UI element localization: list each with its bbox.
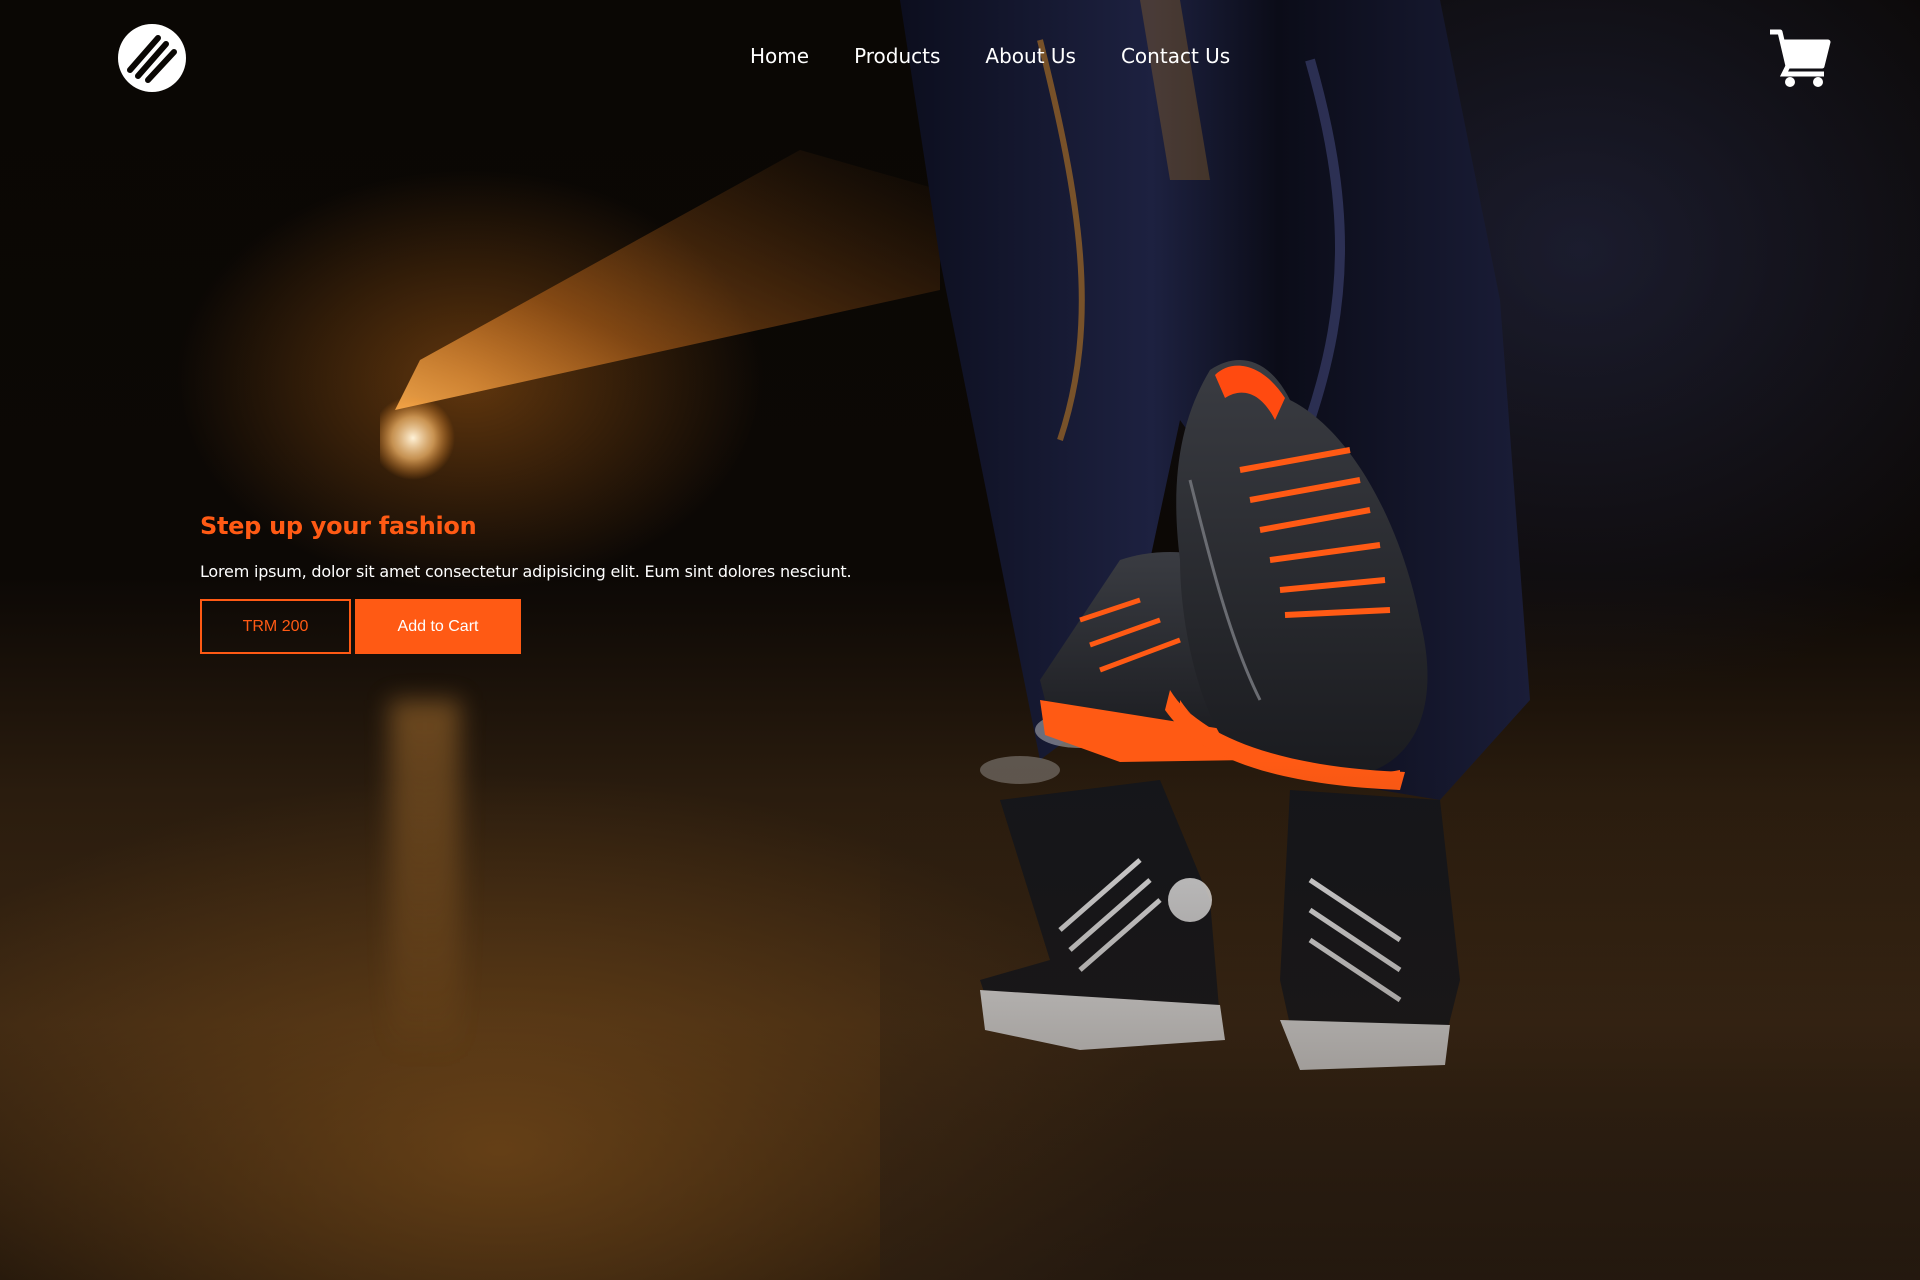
price-button[interactable]: TRM 200 [200, 599, 351, 654]
spotlight-beam [380, 150, 940, 480]
hero-title: Step up your fashion [200, 512, 477, 540]
add-to-cart-button[interactable]: Add to Cart [355, 599, 521, 654]
main-nav: Home Products About Us Contact Us [750, 44, 1230, 68]
brand-logo-icon[interactable] [116, 22, 188, 94]
nav-products-link[interactable]: Products [854, 44, 940, 68]
landing-page: Home Products About Us Contact Us Step u… [0, 0, 1920, 1280]
nav-home-link[interactable]: Home [750, 44, 809, 68]
hero-section: Step up your fashion Lorem ipsum, dolor … [200, 512, 852, 654]
hero-actions: TRM 200 Add to Cart [200, 599, 851, 654]
nav-about-link[interactable]: About Us [985, 44, 1076, 68]
hero-shoe-image [880, 0, 1920, 1280]
nav-contact-link[interactable]: Contact Us [1121, 44, 1230, 68]
shopping-cart-icon[interactable] [1768, 26, 1832, 90]
hero-description: Lorem ipsum, dolor sit amet consectetur … [200, 562, 852, 581]
floor-reflection [390, 700, 460, 1060]
